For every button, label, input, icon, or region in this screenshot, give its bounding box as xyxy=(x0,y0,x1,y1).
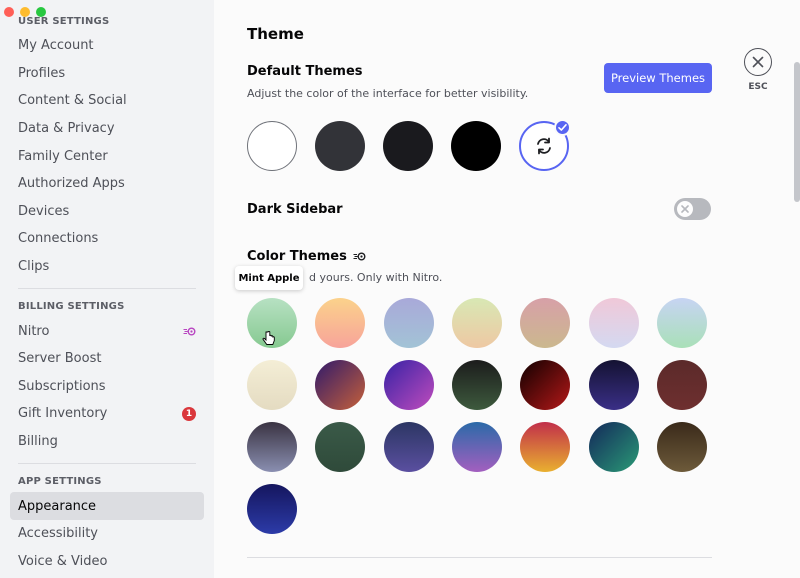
color-theme-swatch[interactable] xyxy=(656,360,707,410)
color-theme-swatch[interactable] xyxy=(247,360,297,410)
color-theme-swatch[interactable] xyxy=(315,360,366,410)
close-icon[interactable] xyxy=(744,48,772,76)
color-theme-swatch[interactable] xyxy=(315,422,366,472)
color-themes-heading-text: Color Themes xyxy=(247,249,347,264)
swatch-tooltip: Mint Apple xyxy=(235,266,303,290)
nitro-icon xyxy=(183,327,196,336)
page-title: Theme xyxy=(247,25,304,43)
sidebar-section-header: BILLING SETTINGS xyxy=(18,301,125,313)
esc-close[interactable]: ESC xyxy=(744,48,772,92)
color-theme-swatch[interactable] xyxy=(588,298,639,348)
sidebar-item-voice-video[interactable]: Voice & Video xyxy=(10,548,204,576)
sidebar-item-label: Data & Privacy xyxy=(18,121,115,137)
sidebar-item-family-center[interactable]: Family Center xyxy=(10,142,204,170)
sync-icon xyxy=(537,137,551,155)
sidebar-divider xyxy=(18,463,196,465)
sidebar-item-label: Authorized Apps xyxy=(18,176,125,192)
sidebar-item-accessibility[interactable]: Accessibility xyxy=(10,520,204,548)
color-theme-swatch[interactable] xyxy=(383,422,434,472)
theme-swatch-light[interactable] xyxy=(247,121,297,171)
sidebar-item-appearance[interactable]: Appearance xyxy=(10,492,204,520)
dark-sidebar-label: Dark Sidebar xyxy=(247,202,343,217)
color-theme-swatch[interactable] xyxy=(383,360,434,410)
sidebar-item-label: Appearance xyxy=(18,498,97,514)
preview-themes-button[interactable]: Preview Themes xyxy=(604,63,712,93)
sidebar-item-devices[interactable]: Devices xyxy=(10,198,204,226)
color-theme-swatch[interactable] xyxy=(451,422,502,472)
section-divider xyxy=(247,557,712,558)
esc-label: ESC xyxy=(748,82,768,92)
sidebar-item-label: Nitro xyxy=(18,323,50,339)
sidebar-item-data-privacy[interactable]: Data & Privacy xyxy=(10,115,204,143)
sidebar-item-profiles[interactable]: Profiles xyxy=(10,60,204,88)
color-theme-swatch[interactable] xyxy=(315,298,366,348)
notification-badge: 1 xyxy=(182,406,196,421)
sidebar-item-label: Devices xyxy=(18,203,70,219)
sidebar-item-label: Accessibility xyxy=(18,526,98,542)
sidebar-item-content-social[interactable]: Content & Social xyxy=(10,87,204,115)
window-controls xyxy=(4,7,46,17)
sidebar-item-clips[interactable]: Clips xyxy=(10,253,204,281)
sidebar-item-label: Profiles xyxy=(18,65,66,81)
color-theme-swatch[interactable] xyxy=(520,360,571,410)
default-themes-heading: Default Themes xyxy=(247,64,363,79)
sidebar-item-label: Voice & Video xyxy=(18,553,108,569)
pointer-cursor-icon xyxy=(262,331,275,345)
color-theme-swatch[interactable] xyxy=(520,298,571,348)
theme-swatch-onyx[interactable] xyxy=(451,121,501,171)
theme-swatch-sync[interactable] xyxy=(519,119,571,171)
sidebar-item-label: Gift Inventory xyxy=(18,406,108,422)
sidebar-item-authorized-apps[interactable]: Authorized Apps xyxy=(10,170,204,198)
color-theme-swatch[interactable] xyxy=(247,422,297,472)
scrollbar-thumb[interactable] xyxy=(794,62,800,202)
color-theme-swatch[interactable] xyxy=(383,298,434,348)
sidebar-item-server-boost[interactable]: Server Boost xyxy=(10,345,204,373)
sidebar-item-label: Content & Social xyxy=(18,93,127,109)
color-themes-heading: Color Themes xyxy=(247,249,366,264)
maximize-window-button[interactable] xyxy=(36,7,46,17)
dark-sidebar-toggle[interactable] xyxy=(674,198,711,220)
color-theme-swatch[interactable] xyxy=(451,360,502,410)
sidebar-item-label: Connections xyxy=(18,231,99,247)
sidebar-item-billing[interactable]: Billing xyxy=(10,428,204,456)
theme-swatch-ash[interactable] xyxy=(315,121,365,171)
sidebar-item-label: Server Boost xyxy=(18,351,102,367)
color-themes-description: d yours. Only with Nitro. xyxy=(309,271,443,284)
sidebar-item-connections[interactable]: Connections xyxy=(10,225,204,253)
color-theme-swatch[interactable] xyxy=(451,298,502,348)
settings-content: Theme Default Themes Adjust the color of… xyxy=(214,0,800,578)
minimize-window-button[interactable] xyxy=(20,7,30,17)
toggle-x-icon xyxy=(677,201,693,217)
sidebar-item-label: Clips xyxy=(18,259,50,275)
sidebar-divider xyxy=(18,288,196,290)
selected-check-icon xyxy=(554,119,571,136)
sidebar-item-label: My Account xyxy=(18,38,94,54)
sidebar-item-nitro[interactable]: Nitro xyxy=(10,317,204,345)
sidebar-item-gift-inventory[interactable]: Gift Inventory 1 xyxy=(10,400,204,428)
color-theme-swatch[interactable] xyxy=(588,360,639,410)
sidebar-item-my-account[interactable]: My Account xyxy=(10,32,204,60)
close-window-button[interactable] xyxy=(4,7,14,17)
sidebar-item-label: Subscriptions xyxy=(18,378,106,394)
nitro-icon xyxy=(353,252,366,261)
color-theme-swatch[interactable] xyxy=(656,298,707,348)
color-theme-swatch[interactable] xyxy=(247,484,297,534)
sidebar-item-label: Billing xyxy=(18,434,58,450)
color-theme-swatch[interactable] xyxy=(656,422,707,472)
sidebar-item-subscriptions[interactable]: Subscriptions xyxy=(10,373,204,401)
default-themes-description: Adjust the color of the interface for be… xyxy=(247,87,529,100)
theme-swatch-dark[interactable] xyxy=(383,121,433,171)
settings-sidebar: USER SETTINGS My Account Profiles Content &… xyxy=(0,0,214,578)
color-theme-swatch[interactable] xyxy=(588,422,639,472)
sidebar-section-header: APP SETTINGS xyxy=(18,476,102,488)
sidebar-item-label: Family Center xyxy=(18,148,108,164)
color-theme-swatch[interactable] xyxy=(520,422,571,472)
